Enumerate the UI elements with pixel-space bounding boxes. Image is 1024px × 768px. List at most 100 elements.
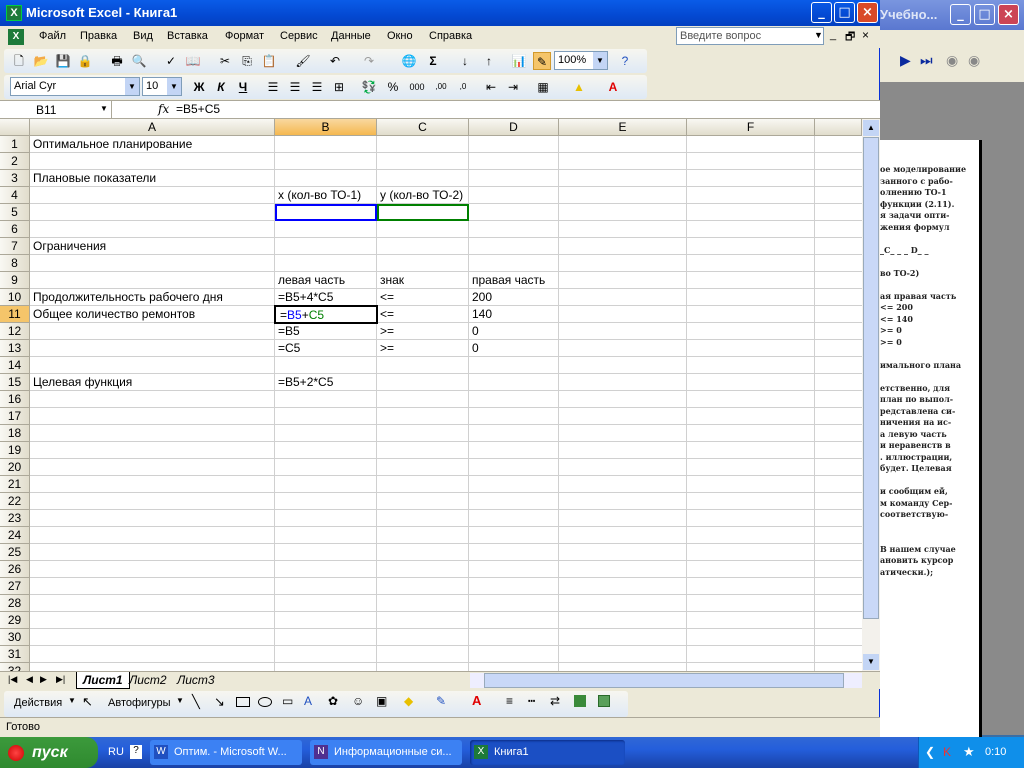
formula-input[interactable]: =B5+C5 [176,102,220,116]
cell-b9[interactable]: левая часть [275,272,345,289]
cell-b10[interactable]: =B5+4*C5 [275,289,333,306]
skip-end-icon[interactable]: ⏭ [920,52,933,69]
cell-b12[interactable]: =B5 [275,323,300,340]
row-header-23[interactable]: 23 [0,510,30,527]
forward-icon[interactable]: ◉ [968,52,980,69]
paste-icon[interactable]: 📋 [260,52,278,70]
arrow-style-icon[interactable]: ⇄ [550,694,560,708]
title-bar[interactable]: X Microsoft Excel - Книга1 _ □ × [0,0,880,26]
print-icon[interactable]: 🖶 [108,52,126,70]
excel-app-icon[interactable]: X [6,5,22,21]
minimize-icon[interactable]: _ [811,2,832,23]
word-close-icon[interactable]: × [998,4,1019,25]
cell-b15[interactable]: =B5+2*C5 [275,374,333,391]
column-header-d[interactable]: D [469,119,559,136]
row-header-31[interactable]: 31 [0,646,30,663]
column-header-b[interactable]: B [275,119,377,136]
copy-icon[interactable]: ⎘ [238,52,256,70]
increase-indent-icon[interactable]: ⇥ [504,78,522,96]
row-header-7[interactable]: 7 [0,238,30,255]
language-indicator[interactable]: RU [108,746,124,758]
active-cell-b11[interactable]: =B5+C5 [274,305,378,324]
doc-restore-icon[interactable]: 🗗 [845,28,855,47]
font-size-dropdown-icon[interactable]: ▼ [167,78,181,95]
3d-style-icon[interactable] [598,695,610,707]
menu-help[interactable]: Справка [429,30,472,42]
row-header-2[interactable]: 2 [0,153,30,170]
fill-color-icon[interactable]: ▲ [570,78,588,96]
workbook-icon[interactable]: X [8,29,24,45]
column-header-f[interactable]: F [687,119,815,136]
next-sheet-icon[interactable]: ▶ [40,674,47,685]
row-header-17[interactable]: 17 [0,408,30,425]
percent-icon[interactable]: % [384,78,402,96]
decrease-indent-icon[interactable]: ⇤ [482,78,500,96]
oval-icon[interactable] [258,697,272,707]
column-header-a[interactable]: A [30,119,275,136]
menu-view[interactable]: Вид [133,30,153,42]
cell-a11[interactable]: Общее количество ремонтов [30,306,195,323]
maximize-icon[interactable]: □ [834,2,855,23]
help-dropdown-icon[interactable]: ▼ [814,30,823,40]
sort-ascending-icon[interactable]: ↓ [456,52,474,70]
row-header-1[interactable]: 1 [0,136,30,153]
cell-d9[interactable]: правая часть [469,272,545,289]
line-style-icon[interactable]: ≡ [506,694,513,708]
vertical-scrollbar[interactable]: ▲ ▼ [862,119,880,671]
first-sheet-icon[interactable]: |◀ [8,674,17,685]
line-icon[interactable]: ╲ [192,694,200,710]
row-header-18[interactable]: 18 [0,425,30,442]
row-header-32[interactable]: 32 [0,663,30,671]
row-header-13[interactable]: 13 [0,340,30,357]
cell-c10[interactable]: <= [377,289,394,306]
row-header-16[interactable]: 16 [0,391,30,408]
play-icon[interactable]: ▶ [900,52,911,69]
row-header-26[interactable]: 26 [0,561,30,578]
row-header-5[interactable]: 5 [0,204,30,221]
keyboard-icon[interactable]: ? [130,745,142,759]
cell-c4[interactable]: y (кол-во ТО-2) [377,187,463,204]
cell-c9[interactable]: знак [377,272,404,289]
row-header-9[interactable]: 9 [0,272,30,289]
row-header-29[interactable]: 29 [0,612,30,629]
ask-question-input[interactable]: Введите вопрос [676,27,824,45]
font-color-icon[interactable]: A [604,78,622,96]
new-icon[interactable]: 🗋 [10,52,28,70]
last-sheet-icon[interactable]: ▶| [56,674,65,685]
cell-d13[interactable]: 0 [469,340,479,357]
menu-window[interactable]: Окно [387,30,413,42]
row-header-10[interactable]: 10 [0,289,30,306]
tray-expand-icon[interactable]: ❮ [925,745,935,759]
doc-minimize-icon[interactable]: _ [830,29,836,41]
cell-d10[interactable]: 200 [469,289,492,306]
help-icon[interactable]: ? [616,52,634,70]
sort-descending-icon[interactable]: ↑ [480,52,498,70]
merge-center-icon[interactable]: ⊞ [330,78,348,96]
research-icon[interactable]: 📖 [184,52,202,70]
permission-icon[interactable]: 🔒 [76,52,94,70]
underline-button[interactable]: Ч [234,78,252,96]
row-header-28[interactable]: 28 [0,595,30,612]
arrow-icon[interactable]: ↘ [214,694,225,710]
dash-style-icon[interactable]: ┅ [528,694,535,708]
borders-icon[interactable]: ▦ [534,78,552,96]
redo-icon[interactable]: ↷ [360,52,378,70]
cell-b13[interactable]: =C5 [275,340,300,357]
spelling-icon[interactable]: ✓ [162,52,180,70]
menu-file[interactable]: Файл [39,30,66,42]
bold-button[interactable]: Ж [190,78,208,96]
name-box-dropdown-icon[interactable]: ▼ [100,104,108,113]
cell-c11[interactable]: <= [377,306,394,323]
comma-style-icon[interactable]: 000 [406,78,428,96]
task-word[interactable]: W Оптим. - Microsoft W... [150,740,302,765]
word-title-bar[interactable]: Учебно... _ □ × [878,0,1024,30]
line-color-icon[interactable]: ✎ [436,694,446,708]
drawing-icon[interactable]: ✎ [533,52,551,70]
cell-b5-ref-highlight[interactable] [275,204,377,221]
row-header-11[interactable]: 11 [0,306,30,323]
row-header-14[interactable]: 14 [0,357,30,374]
draw-font-color-icon[interactable]: A [472,693,481,708]
word-minimize-icon[interactable]: _ [950,4,971,25]
word-maximize-icon[interactable]: □ [974,4,995,25]
actions-dropdown-icon[interactable]: ▼ [68,696,76,705]
